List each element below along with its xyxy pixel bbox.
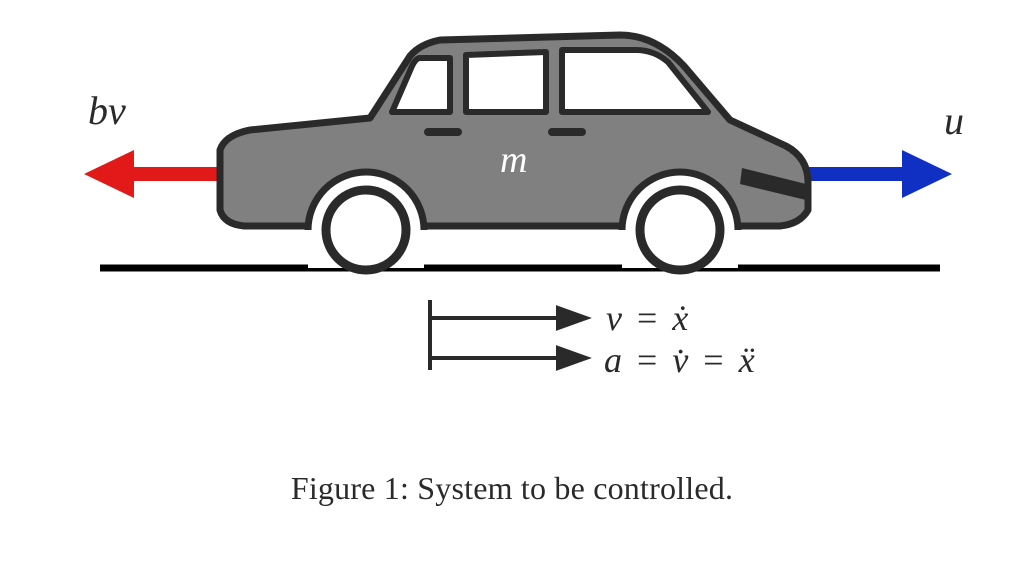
mass-label: m xyxy=(500,139,527,181)
caption-text: System to be controlled. xyxy=(417,470,733,506)
wheel-rear xyxy=(326,190,406,270)
figure-container: bv u m v = ẋ a = v̇ = ẍ Figure 1: Syst… xyxy=(0,0,1024,562)
eq-acceleration: a = v̇ = ẍ xyxy=(604,340,755,380)
figure-caption: Figure 1: System to be controlled. xyxy=(0,470,1024,507)
thrust-label: u xyxy=(944,98,964,143)
reference-frame xyxy=(430,300,586,370)
drag-label: bv xyxy=(88,88,126,133)
car-front-window xyxy=(562,50,708,112)
caption-prefix: Figure 1: xyxy=(291,470,409,506)
wheel-front xyxy=(640,190,720,270)
eq-velocity: v = ẋ xyxy=(606,298,688,338)
car-mid-window xyxy=(466,52,546,112)
thrust-arrow xyxy=(792,150,952,198)
